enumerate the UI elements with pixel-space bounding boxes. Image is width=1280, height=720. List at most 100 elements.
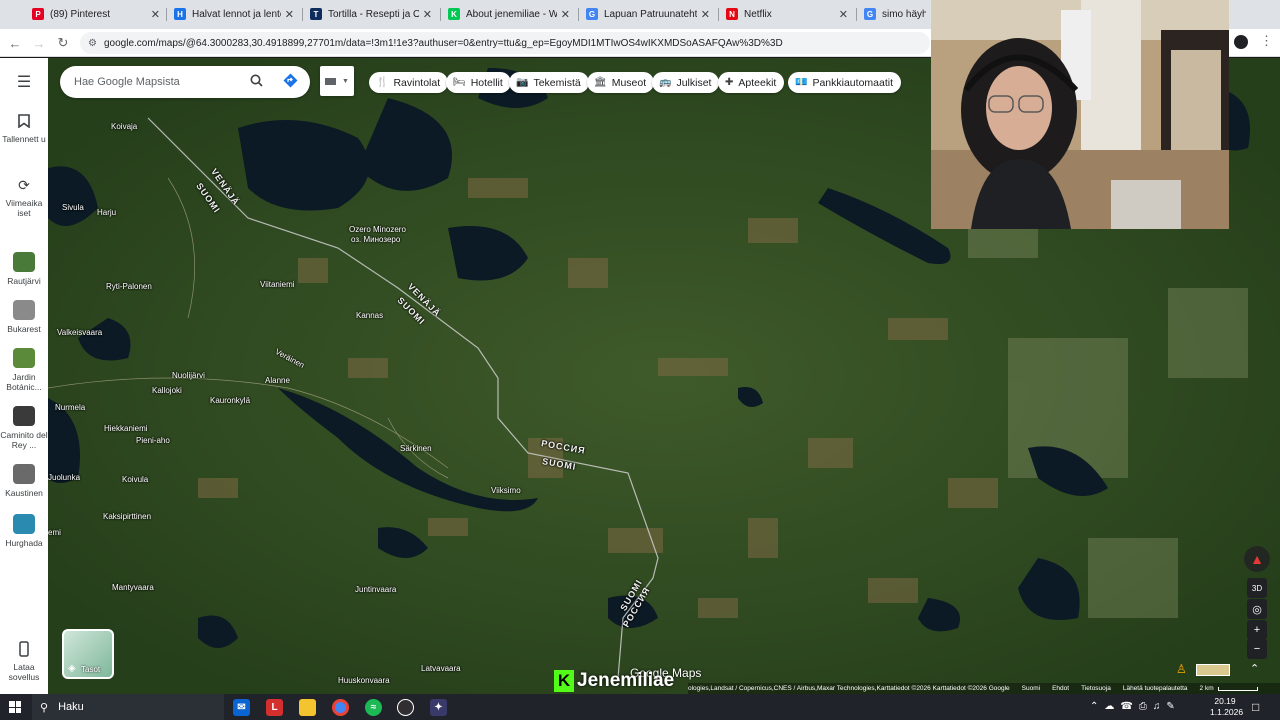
place-label[interactable]: Huuskonvaara (338, 676, 390, 685)
maps-search-box[interactable]: Hae Google Mapsista (60, 66, 310, 98)
imagery-thumbnails[interactable] (1196, 664, 1230, 676)
zoom-in-button[interactable]: + (1247, 620, 1267, 640)
watermark-text: Jenemiliae (577, 670, 675, 691)
pegman-icon[interactable]: ♙ (1176, 662, 1190, 678)
file-explorer-icon[interactable] (299, 699, 316, 716)
expand-up-icon[interactable]: ⌃ (1250, 662, 1259, 675)
tab-close-icon[interactable]: ✕ (151, 8, 160, 21)
download-app-button[interactable]: Lataa sovellus (0, 640, 48, 682)
place-label[interactable]: Kauronkylä (210, 396, 250, 405)
maps-sidebar: ☰ Tallennett u ⟳ Viimeaika iset Rautjärv… (0, 58, 48, 694)
place-label[interactable]: Ozero Minozero (349, 225, 406, 234)
browser-tab[interactable]: T Tortilla - Resepti ja Ohje ✕ (302, 1, 438, 27)
recent-place-item[interactable]: Kaustinen (0, 464, 48, 498)
tab-close-icon[interactable]: ✕ (701, 8, 710, 21)
place-label[interactable]: Valkeisvaara (57, 328, 102, 337)
place-label[interactable]: Viitaniemi (260, 280, 295, 289)
place-label[interactable]: Juntinvaara (355, 585, 396, 594)
saved-button[interactable]: Tallennett u (0, 112, 48, 144)
taskbar-search-input[interactable]: Haku (58, 701, 84, 713)
clock[interactable]: 20.19 1.1.2026 (1210, 696, 1243, 718)
3d-toggle-button[interactable]: 3D (1247, 578, 1267, 598)
url-text: google.com/maps/@64.3000283,30.4918899,2… (104, 37, 783, 49)
place-label[interactable]: Kallojoki (152, 386, 182, 395)
recent-place-item[interactable]: Jardin Botánic... (0, 348, 48, 392)
recent-place-item[interactable]: Bukarest (0, 300, 48, 334)
place-label[interactable]: Harju (97, 208, 116, 217)
search-icon: ⚲ (40, 701, 49, 714)
game-app-icon[interactable]: ✦ (430, 699, 447, 716)
tab-close-icon[interactable]: ✕ (285, 8, 294, 21)
site-info-icon[interactable]: ⚙ (88, 38, 97, 49)
attribution-link[interactable]: Suomi (1022, 685, 1040, 692)
place-label[interactable]: Juolunka (48, 473, 80, 482)
tab-close-icon[interactable]: ✕ (561, 8, 570, 21)
forward-arrow-icon[interactable]: → (30, 34, 48, 52)
reload-icon[interactable]: ↻ (54, 34, 72, 52)
place-label[interactable]: Nuolijärvi (172, 371, 205, 380)
spotify-icon[interactable]: ≈ (365, 699, 382, 716)
app-l-icon[interactable]: L (266, 699, 283, 716)
category-chip[interactable]: 🛏 Hotellit (446, 72, 511, 93)
place-label[interactable]: оз. Минозеро (351, 235, 400, 244)
directions-icon[interactable] (283, 73, 298, 91)
scale-label: 2 km (1199, 685, 1214, 692)
tab-close-icon[interactable]: ✕ (423, 8, 432, 21)
place-label[interactable]: Pieni-aho (136, 436, 170, 445)
category-chip[interactable]: 🍴 Ravintolat (369, 72, 449, 93)
place-label[interactable]: Kannas (356, 311, 383, 320)
browser-tab[interactable]: P (89) Pinterest ✕ (24, 1, 166, 27)
browser-tab[interactable]: Gsimo häyhä - G (856, 1, 932, 27)
chrome-icon[interactable] (332, 699, 349, 716)
recent-place-thumbnail (13, 406, 35, 426)
search-icon[interactable] (250, 74, 263, 90)
keyboard-button[interactable]: ▼ (320, 66, 354, 96)
place-label[interactable]: Nurmela (55, 403, 85, 412)
compass-control[interactable]: ▲ (1244, 546, 1270, 572)
menu-button[interactable]: ☰ (0, 74, 48, 96)
category-chip[interactable]: 🚌 Julkiset (652, 72, 720, 93)
place-label[interactable]: Koivaja (111, 122, 137, 131)
place-label[interactable]: Viiksimo (491, 486, 521, 495)
recent-place-item[interactable]: Rautjärvi (0, 252, 48, 286)
browser-tab[interactable]: H Halvat lennot ja lentolipu ✕ (166, 1, 300, 27)
category-chip[interactable]: ✚ Apteekit (718, 72, 785, 93)
browser-tab[interactable]: N Netflix ✕ (718, 1, 854, 27)
browser-tab[interactable]: G Lapuan Patruunatehtaan ✕ (578, 1, 716, 27)
recent-button[interactable]: ⟳ Viimeaika iset (0, 176, 48, 218)
place-label[interactable]: Koivula (122, 475, 148, 484)
browser-tab[interactable]: K About jenemiliae - Watch ✕ (440, 1, 576, 27)
more-menu-icon[interactable]: ⋮ (1260, 33, 1273, 49)
place-label[interactable]: Mantyvaara (112, 583, 154, 592)
clock-time: 20.19 (1214, 696, 1236, 706)
profile-avatar[interactable] (1234, 35, 1248, 49)
mail-icon[interactable]: ✉ (233, 699, 250, 716)
place-label[interactable]: Särkinen (400, 444, 432, 453)
category-chip[interactable]: 🏛 Museot (587, 72, 655, 93)
taskbar-search[interactable]: ⚲ Haku (32, 694, 224, 720)
category-chip[interactable]: 💶 Pankkiautomaatit (788, 72, 901, 93)
search-input[interactable]: Hae Google Mapsista (74, 76, 180, 88)
zoom-out-button[interactable]: − (1247, 639, 1267, 659)
place-label[interactable]: Kaksipirttinen (103, 512, 151, 521)
windows-start-icon[interactable] (9, 701, 21, 713)
attribution-link[interactable]: Ehdot (1052, 685, 1069, 692)
place-label[interactable]: Sivula (62, 203, 84, 212)
my-location-button[interactable]: ◎ (1247, 599, 1267, 619)
place-label[interactable]: Alanne (265, 376, 290, 385)
back-arrow-icon[interactable]: ← (6, 34, 24, 52)
category-chip[interactable]: 📷 Tekemistä (509, 72, 589, 93)
attribution-link[interactable]: Tietosuoja (1081, 685, 1111, 692)
recent-place-item[interactable]: Caminito del Rey ... (0, 406, 48, 450)
place-label[interactable]: Hiekkaniemi (104, 424, 148, 433)
notifications-icon[interactable]: □ (1252, 700, 1259, 714)
place-label[interactable]: Ryti-Palonen (106, 282, 152, 291)
place-label[interactable]: emi (48, 528, 61, 537)
url-field[interactable]: ⚙ google.com/maps/@64.3000283,30.4918899… (80, 32, 930, 54)
attribution-link[interactable]: Lähetä tuotepalautetta (1123, 685, 1188, 692)
recent-place-item[interactable]: Hurghada (0, 514, 48, 548)
obs-icon[interactable] (397, 699, 414, 716)
place-label[interactable]: Latvavaara (421, 664, 461, 673)
tab-close-icon[interactable]: ✕ (839, 8, 848, 21)
layers-button[interactable]: ◈ Tasot (62, 629, 114, 679)
